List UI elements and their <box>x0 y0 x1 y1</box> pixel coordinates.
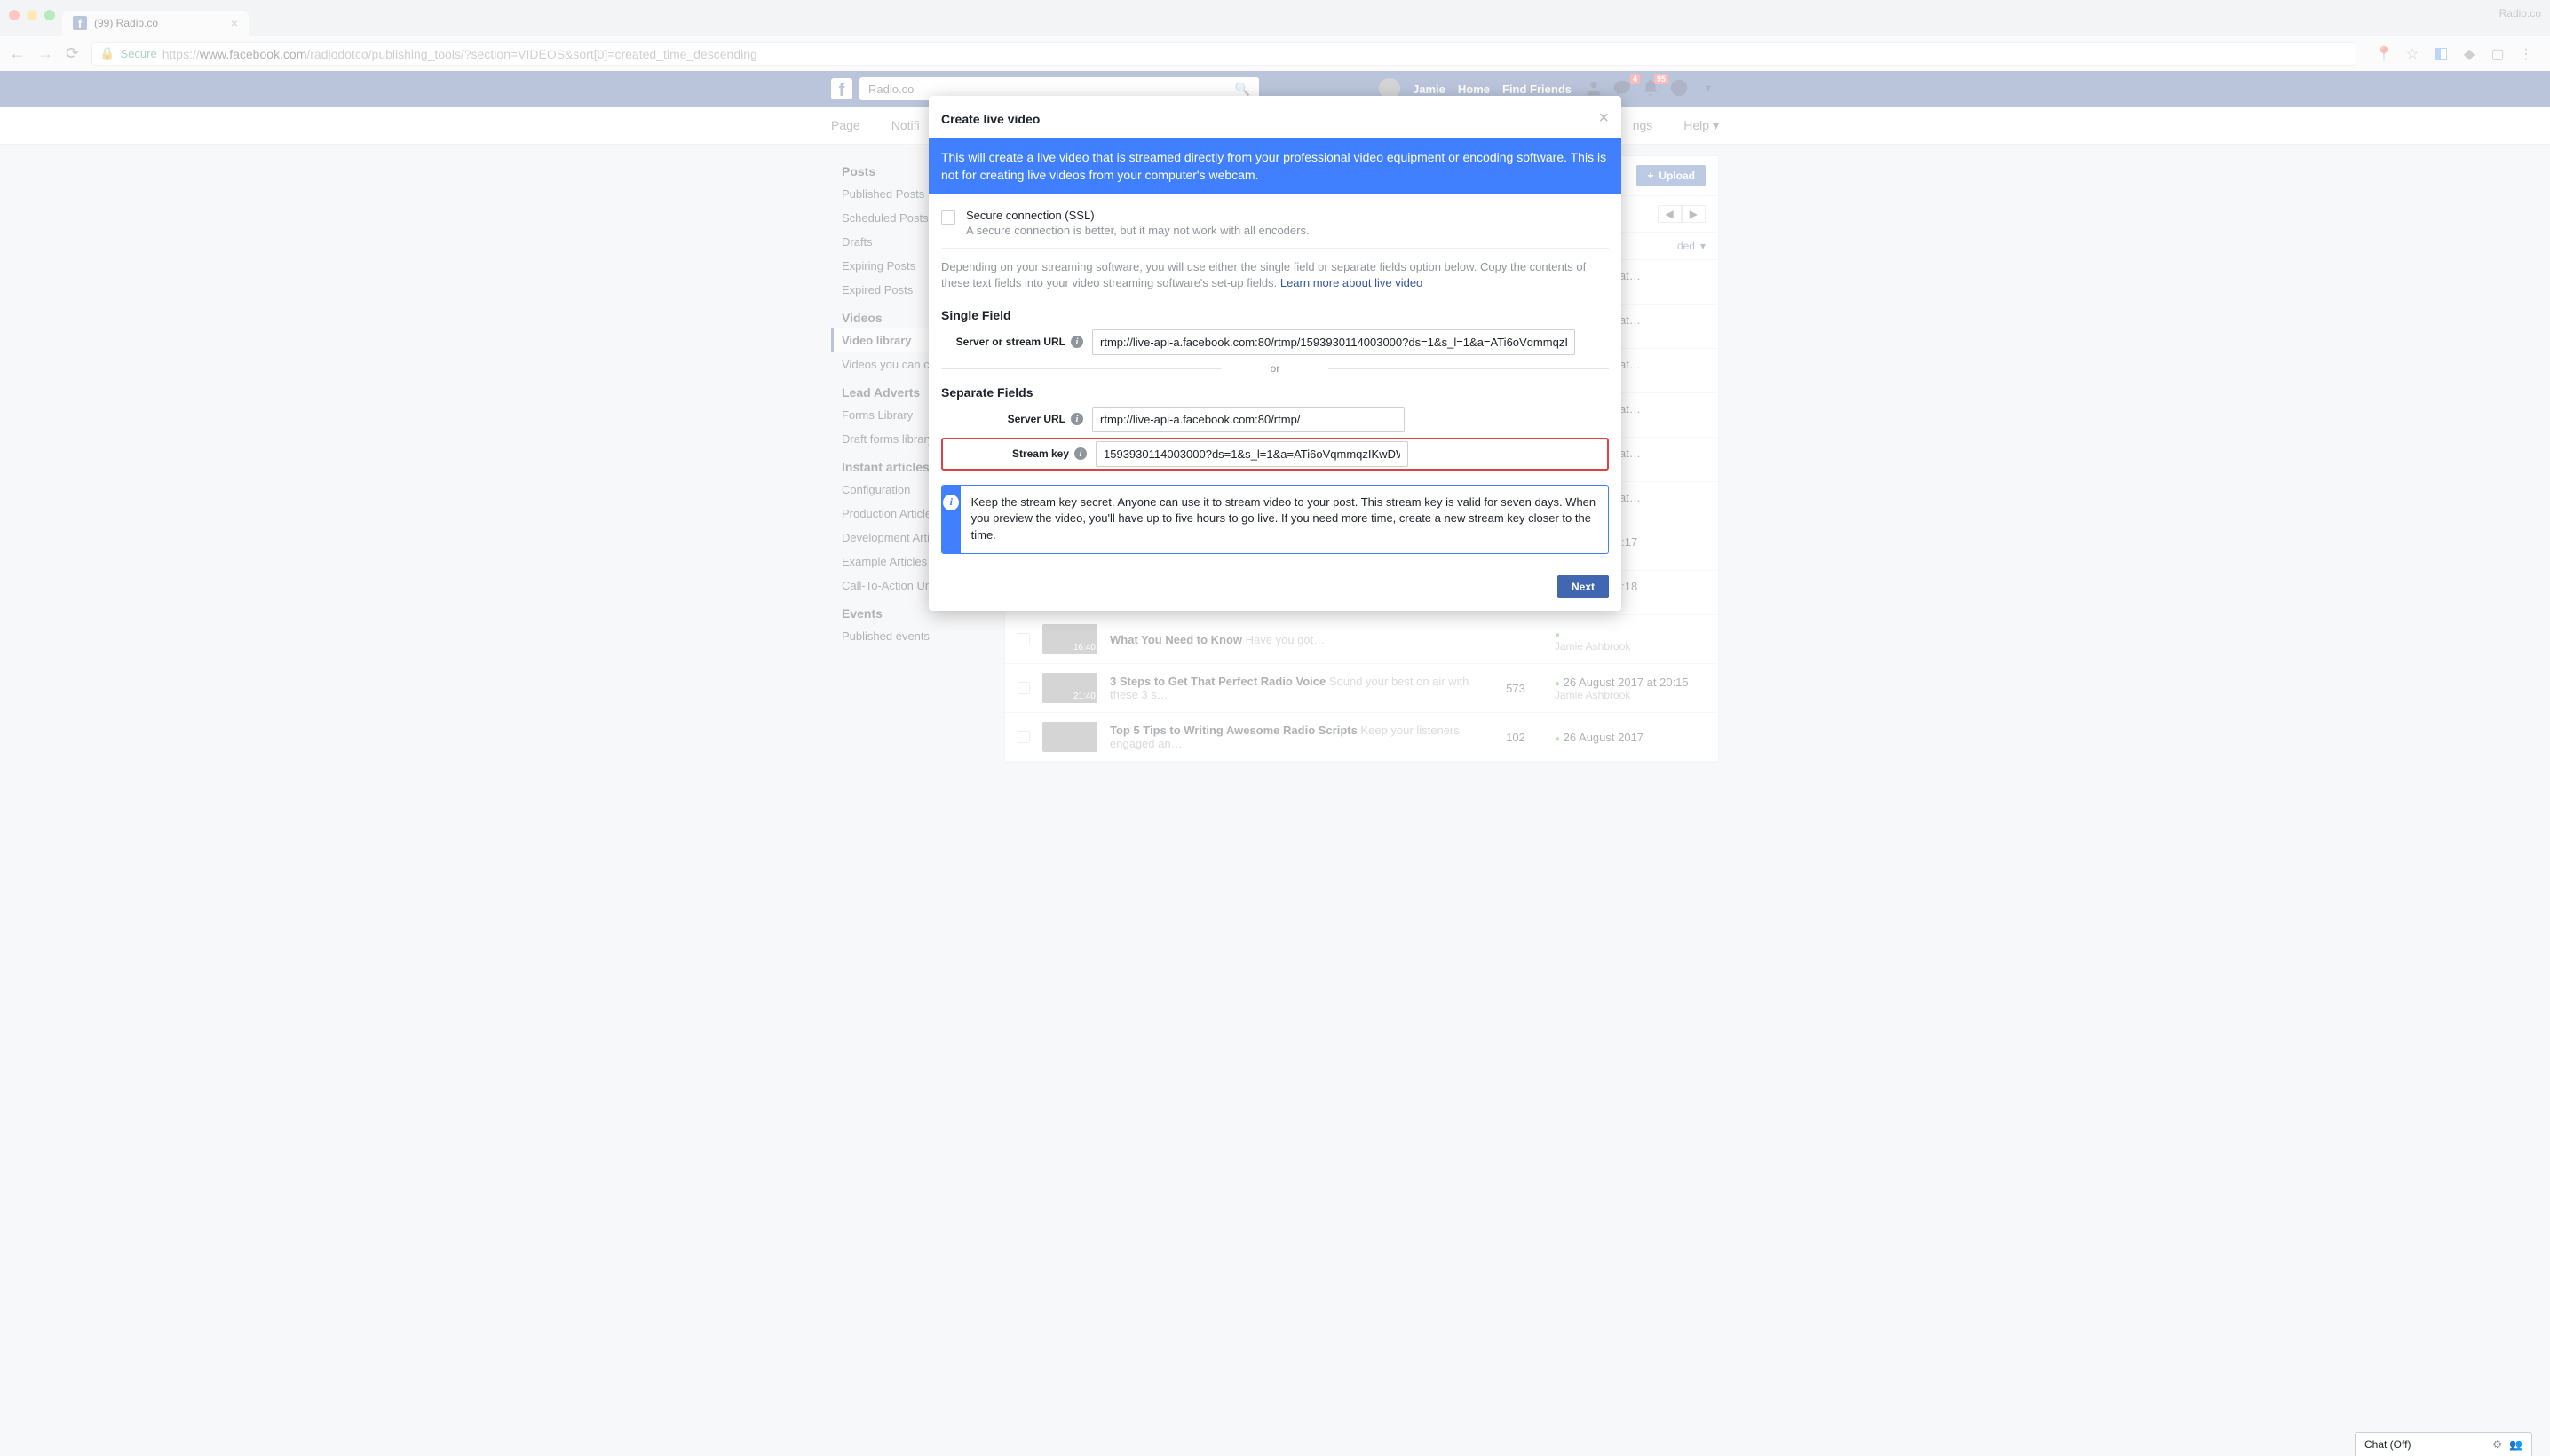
people-icon[interactable]: 👥 <box>2509 1438 2522 1451</box>
modal-header: Create live video × <box>929 96 1621 138</box>
chat-bar[interactable]: Chat (Off) ⚙ 👥 <box>2355 1432 2532 1456</box>
server-url-label: Server URLi <box>941 413 1083 425</box>
info-icon: i <box>943 495 959 510</box>
next-button[interactable]: Next <box>1557 575 1609 598</box>
create-live-video-modal: Create live video × This will create a l… <box>929 96 1621 611</box>
separate-fields-heading: Separate Fields <box>941 385 1609 400</box>
server-url-input[interactable] <box>1092 407 1405 432</box>
modal-body: Secure connection (SSL) A secure connect… <box>929 194 1621 566</box>
server-or-stream-url-label: Server or stream URLi <box>941 336 1083 348</box>
modal-title: Create live video <box>941 112 1040 126</box>
ssl-label: Secure connection (SSL) <box>966 209 1310 222</box>
stream-key-label: Stream keyi <box>945 447 1087 460</box>
modal-banner: This will create a live video that is st… <box>929 138 1621 194</box>
single-field-heading: Single Field <box>941 308 1609 322</box>
learn-more-link[interactable]: Learn more about live video <box>1280 276 1422 289</box>
stream-key-highlight: Stream keyi <box>941 438 1609 471</box>
close-icon[interactable]: × <box>1598 108 1609 129</box>
instructions-text: Depending on your streaming software, yo… <box>941 249 1609 297</box>
ssl-description: A secure connection is better, but it ma… <box>966 224 1310 237</box>
gear-icon[interactable]: ⚙ <box>2492 1438 2502 1451</box>
info-icon[interactable]: i <box>1074 447 1087 460</box>
or-divider: or <box>941 362 1609 375</box>
stream-key-input[interactable] <box>1096 441 1408 467</box>
info-icon[interactable]: i <box>1071 336 1083 348</box>
ssl-checkbox[interactable] <box>941 210 955 225</box>
server-or-stream-url-input[interactable] <box>1092 329 1575 355</box>
modal-footer: Next <box>929 566 1621 611</box>
chat-label: Chat (Off) <box>2364 1438 2411 1451</box>
info-icon[interactable]: i <box>1071 413 1083 425</box>
info-message: Keep the stream key secret. Anyone can u… <box>961 486 1608 554</box>
info-panel: i Keep the stream key secret. Anyone can… <box>941 485 1609 555</box>
modal-overlay: Create live video × This will create a l… <box>0 0 2550 1456</box>
